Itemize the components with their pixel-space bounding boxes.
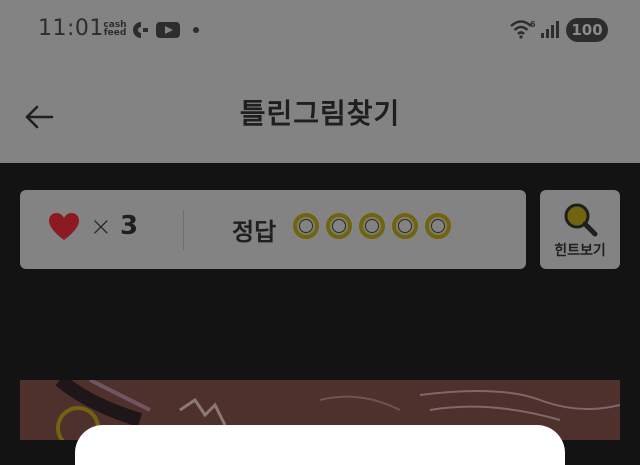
answer-slot-icon bbox=[425, 213, 451, 239]
hint-button-label: 힌트보기 bbox=[554, 243, 606, 259]
magnifier-icon bbox=[564, 203, 598, 237]
page-title: 틀린그림찾기 bbox=[239, 97, 401, 130]
divider bbox=[183, 210, 184, 250]
cashfeed-icon: cash feed bbox=[103, 20, 127, 38]
lives-multiplier: × bbox=[90, 212, 112, 242]
wifi-icon: 6 bbox=[510, 20, 536, 39]
answer-label: 정답 bbox=[232, 218, 277, 246]
notification-dot-icon bbox=[193, 27, 199, 33]
answer-slot-icon bbox=[359, 213, 385, 239]
answer-progress bbox=[293, 213, 451, 239]
svg-text:6: 6 bbox=[530, 20, 536, 29]
bottom-sheet[interactable] bbox=[75, 425, 565, 465]
game-status-card: × 3 정답 bbox=[20, 190, 526, 269]
answer-slot-icon bbox=[293, 213, 319, 239]
answer-slot-icon bbox=[392, 213, 418, 239]
lives-count: 3 bbox=[120, 211, 139, 241]
hint-button[interactable]: 힌트보기 bbox=[540, 190, 620, 269]
app-header: 틀린그림찾기 bbox=[0, 62, 640, 163]
battery-indicator: 100 bbox=[566, 18, 608, 42]
status-bar: 11:01 cash feed 6 100 bbox=[0, 0, 640, 62]
status-time: 11:01 bbox=[38, 16, 104, 41]
c-app-icon bbox=[133, 22, 148, 38]
cellular-signal-icon bbox=[541, 21, 559, 38]
youtube-icon bbox=[156, 22, 180, 38]
heart-icon bbox=[49, 213, 79, 240]
answer-slot-icon bbox=[326, 213, 352, 239]
